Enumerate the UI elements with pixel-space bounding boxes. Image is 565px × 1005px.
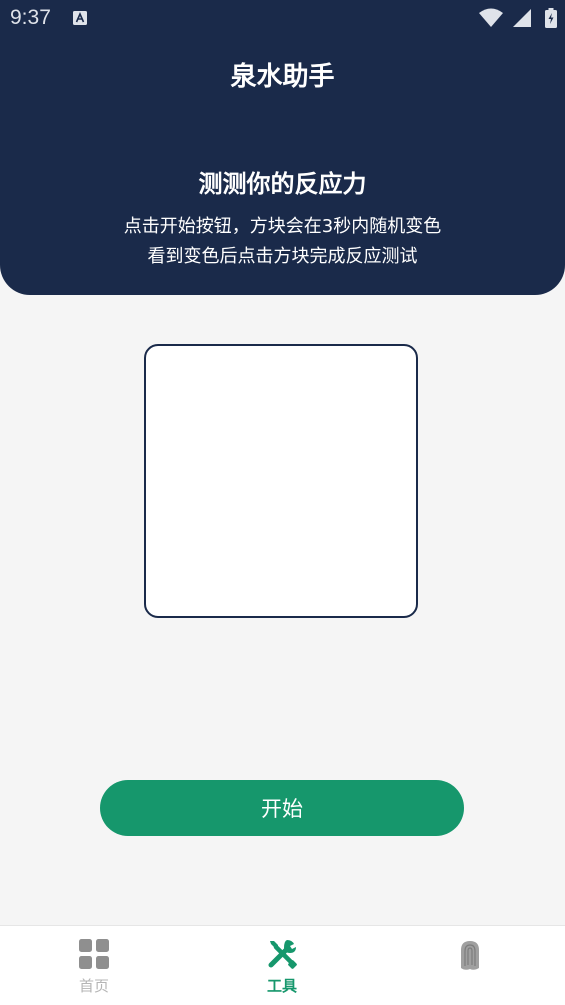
grid-icon <box>79 939 109 969</box>
status-bar: 9:37 <box>0 0 565 38</box>
nav-label-tools: 工具 <box>266 977 297 995</box>
nav-label-home: 首页 <box>78 977 109 995</box>
nav-item-profile[interactable] <box>376 926 564 1005</box>
status-time: 9:37 <box>10 6 51 29</box>
test-title: 测测你的反应力 <box>198 170 367 198</box>
battery-icon <box>545 8 557 28</box>
test-description-line2: 看到变色后点击方块完成反应测试 <box>147 246 418 267</box>
a-notification-icon <box>73 11 87 25</box>
start-button[interactable]: 开始 <box>100 780 464 836</box>
nav-item-home[interactable]: 首页 <box>0 926 188 1005</box>
app-title: 泉水助手 <box>230 62 335 92</box>
reaction-test-square[interactable] <box>144 344 418 618</box>
bottom-nav: 首页 工具 <box>0 925 565 1005</box>
tools-icon <box>268 940 297 969</box>
test-description-line1: 点击开始按钮，方块会在3秒内随机变色 <box>123 216 442 237</box>
wifi-icon <box>478 8 503 27</box>
signal-icon <box>512 9 531 27</box>
status-icons <box>478 8 557 28</box>
header: 9:37 泉水助手 测测你的反应力 点击开始按钮，方块会在3秒内随机变色 看到变… <box>0 0 565 295</box>
fingerprint-icon <box>461 941 479 970</box>
nav-item-tools[interactable]: 工具 <box>188 926 376 1005</box>
